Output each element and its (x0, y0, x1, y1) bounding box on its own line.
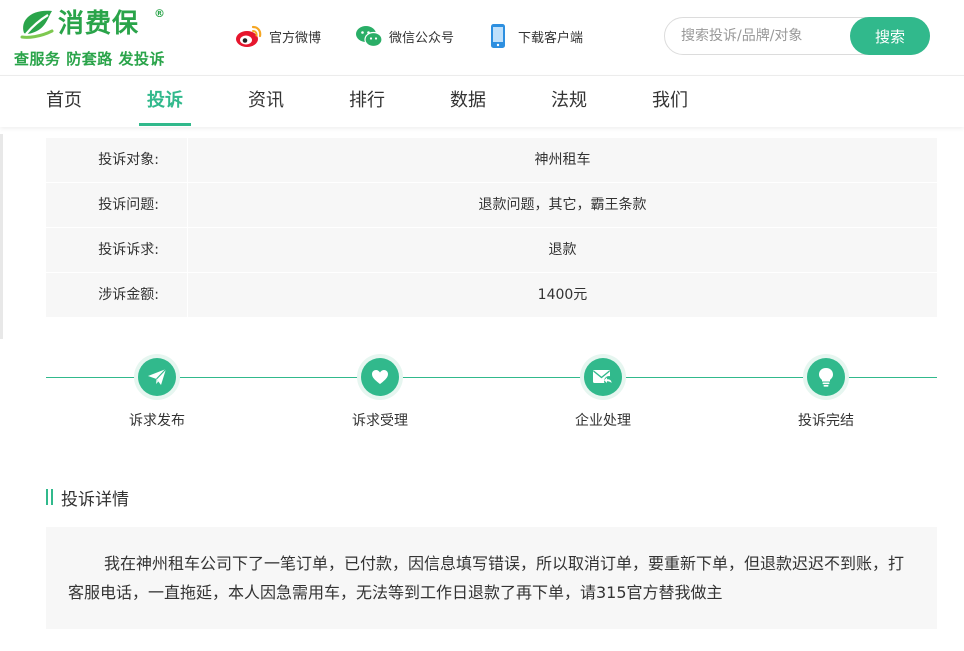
site-logo[interactable]: 消费保 ® 查服务 防套路 发投诉 (14, 5, 174, 70)
details-section-title: 投诉详情 (46, 486, 129, 510)
weibo-link-label: 官方微博 (269, 30, 322, 46)
nav-item-news[interactable]: 资讯 (248, 76, 284, 128)
info-label: 投诉问题: (46, 183, 188, 227)
main-nav: 首页 投诉 资讯 排行 数据 法规 我们 (0, 75, 964, 127)
complaint-detail-text: 我在神州租车公司下了一笔订单，已付款，因信息填写错误，所以取消订单，要重新下单，… (68, 554, 905, 602)
mobile-phone-icon (491, 24, 505, 48)
step-circle (584, 358, 622, 396)
envelope-reply-icon (593, 370, 614, 386)
left-edge-divider (0, 134, 3, 339)
logo-slogan: 查服务 防套路 发投诉 (14, 50, 165, 68)
wechat-link[interactable]: 微信公众号 (355, 22, 454, 50)
step-circle (807, 358, 845, 396)
step-label: 诉求发布 (129, 413, 185, 429)
step-circle (138, 358, 176, 396)
heart-icon (372, 370, 388, 384)
title-accent-bars (46, 489, 53, 505)
complaint-info-table: 投诉对象: 神州租车 投诉问题: 退款问题，其它，霸王条款 投诉诉求: 退款 涉… (46, 138, 937, 318)
info-label: 投诉对象: (46, 138, 188, 182)
search-box: 搜索 (664, 17, 930, 55)
search-button[interactable]: 搜索 (850, 17, 930, 55)
complaint-detail-box: 我在神州租车公司下了一笔订单，已付款，因信息填写错误，所以取消订单，要重新下单，… (46, 527, 937, 629)
info-row-demand: 投诉诉求: 退款 (46, 228, 937, 273)
info-value: 神州租车 (534, 152, 591, 168)
complaint-progress: 诉求发布 诉求受理 企业处理 投诉完结 (46, 350, 937, 440)
info-value: 1400元 (537, 287, 588, 303)
nav-item-about[interactable]: 我们 (652, 76, 688, 128)
paper-plane-icon (148, 368, 167, 385)
wechat-icon (356, 26, 383, 48)
step-label: 投诉完结 (798, 413, 854, 429)
weibo-icon (236, 25, 262, 47)
step-label: 诉求受理 (352, 413, 408, 429)
info-label: 投诉诉求: (46, 228, 188, 272)
nav-item-home[interactable]: 首页 (46, 76, 82, 128)
nav-item-regulations[interactable]: 法规 (551, 76, 587, 128)
nav-item-data[interactable]: 数据 (450, 76, 486, 128)
leaf-logo-icon (20, 10, 54, 39)
nav-item-complaint[interactable]: 投诉 (139, 76, 191, 128)
weibo-link[interactable]: 官方微博 (235, 22, 321, 50)
info-row-issue: 投诉问题: 退款问题，其它，霸王条款 (46, 183, 937, 228)
search-input[interactable] (681, 26, 851, 46)
lightbulb-icon (819, 368, 833, 387)
info-value: 退款 (548, 242, 577, 258)
download-app-label: 下载客户端 (518, 30, 584, 46)
nav-item-ranking[interactable]: 排行 (349, 76, 385, 128)
site-header: 消费保 ® 查服务 防套路 发投诉 官方微博 微信公众号 下载客户端 搜索投诉/… (0, 0, 964, 75)
download-app-link[interactable]: 下载客户端 (484, 22, 583, 50)
details-title-text: 投诉详情 (61, 489, 129, 510)
step-circle (361, 358, 399, 396)
logo-text: 消费保 (58, 9, 140, 39)
info-label: 涉诉金额: (46, 273, 188, 317)
registered-mark: ® (154, 7, 165, 20)
info-row-amount: 涉诉金额: 1400元 (46, 273, 937, 318)
step-label: 企业处理 (575, 413, 631, 429)
wechat-link-label: 微信公众号 (389, 30, 455, 46)
info-row-target: 投诉对象: 神州租车 (46, 138, 937, 183)
info-value: 退款问题，其它，霸王条款 (478, 197, 647, 213)
